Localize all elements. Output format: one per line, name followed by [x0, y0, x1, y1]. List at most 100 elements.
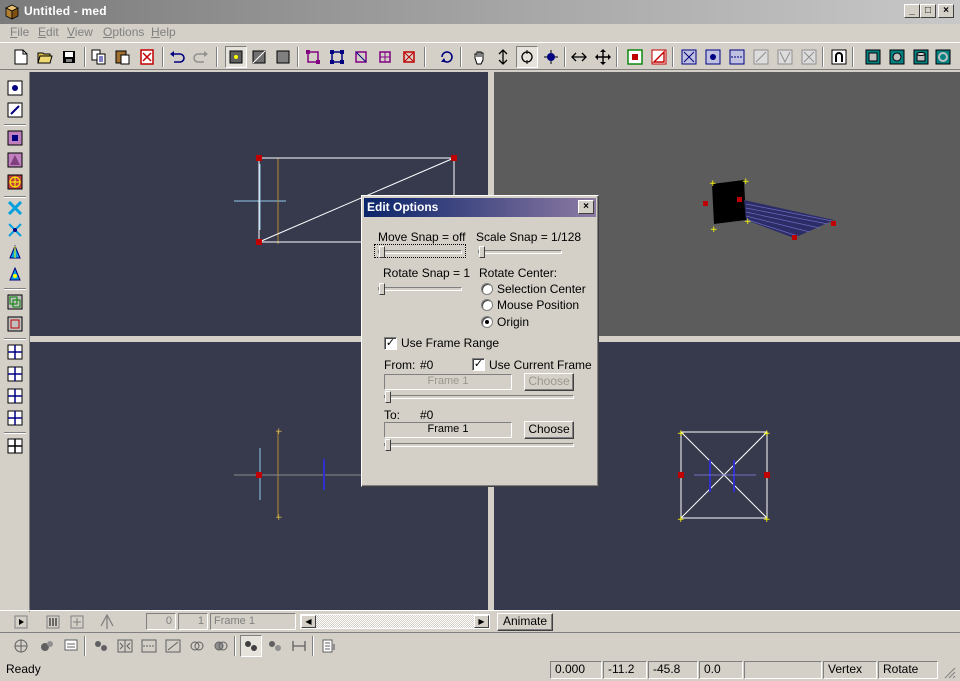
use-current-frame-checkbox[interactable]: ✓	[472, 358, 485, 371]
to-frame-slider-thumb[interactable]	[385, 439, 391, 451]
camera-top-icon[interactable]	[5, 78, 25, 98]
rotate-center-mouse-radio[interactable]	[481, 299, 493, 311]
create-sphere-icon[interactable]	[5, 172, 25, 192]
select-none-icon[interactable]	[398, 46, 420, 68]
move-snap-slider-thumb[interactable]	[379, 246, 385, 258]
snap-vertices-icon[interactable]	[726, 46, 748, 68]
boolean-union-icon[interactable]	[186, 635, 208, 657]
turn-edge-icon[interactable]	[774, 46, 796, 68]
camera-side-icon[interactable]	[5, 100, 25, 120]
properties-icon[interactable]	[318, 635, 340, 657]
ungroup-icon[interactable]	[5, 314, 25, 334]
vertex-weld-icon[interactable]	[90, 635, 112, 657]
save-disk-icon[interactable]	[58, 46, 80, 68]
new-file-icon[interactable]	[10, 46, 32, 68]
divide-face-icon[interactable]	[798, 46, 820, 68]
weld-vertices-icon[interactable]	[678, 46, 700, 68]
pan-hand-icon[interactable]	[468, 46, 490, 68]
minimize-button[interactable]: _	[904, 4, 920, 18]
arcball-icon[interactable]	[516, 46, 538, 68]
boolean-subtract-icon[interactable]	[210, 635, 232, 657]
unweld-vertices-icon[interactable]	[702, 46, 724, 68]
camera-orbit-icon[interactable]	[540, 46, 562, 68]
add-face-icon[interactable]	[648, 46, 670, 68]
skin-tool-icon[interactable]	[5, 264, 25, 284]
keyframe-icon[interactable]	[96, 611, 118, 633]
bone-tool-icon[interactable]	[5, 198, 25, 218]
delete-icon[interactable]	[136, 46, 158, 68]
dialog-close-button[interactable]: ×	[578, 200, 594, 214]
undo-icon[interactable]	[166, 46, 188, 68]
cube-primitive-icon[interactable]	[862, 46, 884, 68]
mirror-z-icon[interactable]	[162, 635, 184, 657]
layout-four-view-icon[interactable]	[5, 436, 25, 456]
rotate-snap-slider-thumb[interactable]	[379, 283, 385, 295]
joint-tool-icon[interactable]	[5, 220, 25, 240]
frame-end-field[interactable]: 1	[178, 613, 208, 630]
to-frame-slider[interactable]	[384, 439, 574, 451]
rotate-center-selection-radio[interactable]	[481, 283, 493, 295]
select-connected-icon[interactable]	[374, 46, 396, 68]
paint-weights-icon[interactable]	[36, 635, 58, 657]
to-choose-button[interactable]: Choose	[524, 421, 574, 439]
zoom-view-icon[interactable]	[492, 46, 514, 68]
frame-start-field[interactable]: 0	[146, 613, 176, 630]
select-object-mode-icon[interactable]	[272, 46, 294, 68]
menu-options[interactable]: Options	[103, 25, 144, 39]
copy-icon[interactable]	[88, 46, 110, 68]
select-vertex-mode-icon[interactable]	[225, 46, 247, 68]
rotate-view-icon[interactable]	[436, 46, 458, 68]
hide-selection-icon[interactable]	[264, 635, 286, 657]
menu-edit[interactable]: Edit	[38, 25, 59, 39]
select-box-icon[interactable]	[302, 46, 324, 68]
move-arrows-icon[interactable]	[592, 46, 614, 68]
rotate-center-origin-radio[interactable]	[481, 316, 493, 328]
cylinder-primitive-icon[interactable]	[910, 46, 932, 68]
frame-list-icon[interactable]	[42, 611, 64, 633]
measure-icon[interactable]	[288, 635, 310, 657]
scroll-right-arrow-icon[interactable]: ▶	[474, 615, 489, 628]
paste-icon[interactable]	[112, 46, 134, 68]
flip-normals-icon[interactable]	[750, 46, 772, 68]
scroll-left-arrow-icon[interactable]: ◀	[301, 615, 316, 628]
layout-front-icon[interactable]	[5, 364, 25, 384]
fit-view-icon[interactable]	[568, 46, 590, 68]
disc-primitive-icon[interactable]	[932, 46, 954, 68]
add-vertex-icon[interactable]	[624, 46, 646, 68]
maximize-button[interactable]: □	[920, 4, 936, 18]
magnet-icon[interactable]	[828, 46, 850, 68]
texture-coords-icon[interactable]	[60, 635, 82, 657]
layout-top-icon[interactable]	[5, 342, 25, 362]
resize-grip-icon[interactable]	[944, 667, 956, 679]
redo-icon[interactable]	[190, 46, 212, 68]
scale-snap-slider[interactable]	[478, 246, 562, 258]
scale-snap-slider-thumb[interactable]	[479, 246, 485, 258]
close-button[interactable]: ×	[938, 4, 954, 18]
select-face-mode-icon[interactable]	[248, 46, 270, 68]
weight-tool-icon[interactable]	[5, 242, 25, 262]
mirror-y-icon[interactable]	[138, 635, 160, 657]
open-folder-icon[interactable]	[34, 46, 56, 68]
move-snap-slider[interactable]	[378, 246, 462, 258]
menu-view[interactable]: View	[67, 25, 93, 39]
play-icon[interactable]	[10, 611, 32, 633]
from-frame-slider-thumb[interactable]	[385, 391, 391, 403]
select-invert-icon[interactable]	[350, 46, 372, 68]
create-box-icon[interactable]	[5, 128, 25, 148]
sphere-primitive-icon[interactable]	[886, 46, 908, 68]
rotate-snap-slider[interactable]	[378, 283, 462, 295]
select-mode-icon[interactable]	[10, 635, 32, 657]
animate-button[interactable]: Animate	[497, 613, 553, 631]
from-frame-slider[interactable]	[384, 391, 574, 403]
layout-perspective-icon[interactable]	[5, 408, 25, 428]
frame-scrollbar[interactable]: ◀ ▶	[300, 614, 490, 629]
select-all-icon[interactable]	[326, 46, 348, 68]
create-pyramid-icon[interactable]	[5, 150, 25, 170]
frame-name-field[interactable]: Frame 1	[210, 613, 296, 630]
mirror-x-icon[interactable]	[114, 635, 136, 657]
frame-step-icon[interactable]	[66, 611, 88, 633]
group-icon[interactable]	[5, 292, 25, 312]
use-frame-range-checkbox[interactable]: ✓	[384, 337, 397, 350]
menu-file[interactable]: File	[10, 25, 29, 39]
menu-help[interactable]: Help	[151, 25, 176, 39]
